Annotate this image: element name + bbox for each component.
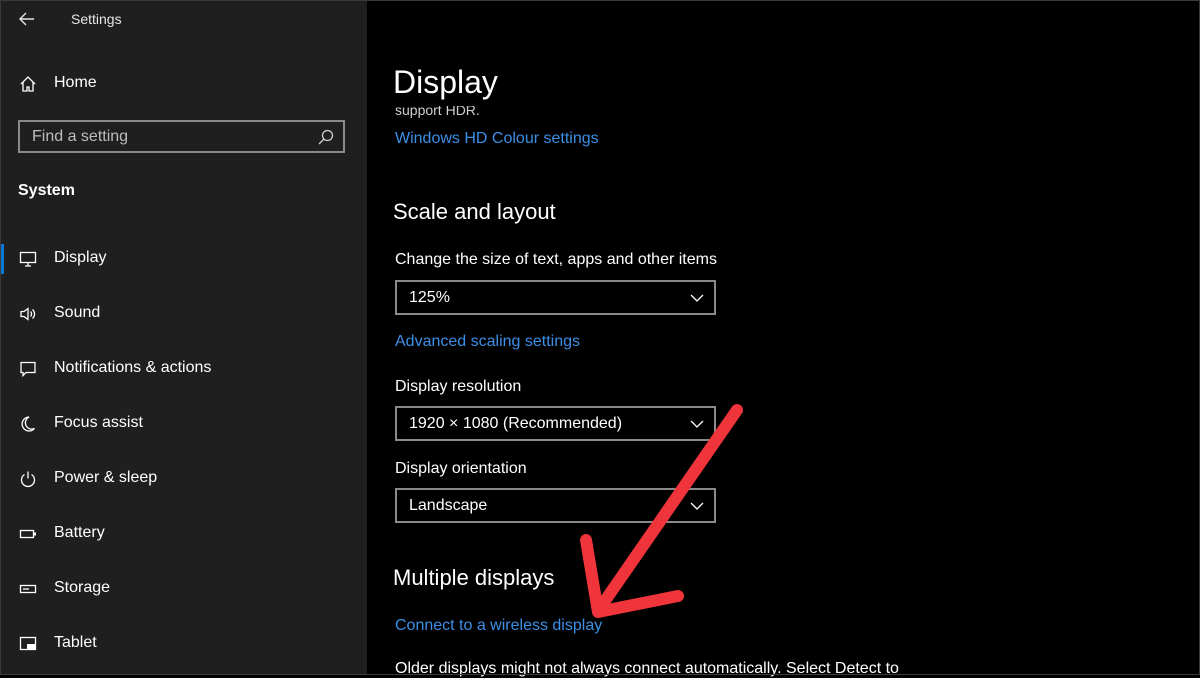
storage-icon bbox=[18, 579, 38, 599]
tablet-icon bbox=[18, 634, 38, 654]
chevron-down-icon bbox=[690, 420, 704, 428]
scale-dropdown[interactable]: 125% bbox=[395, 280, 716, 315]
battery-icon bbox=[18, 524, 38, 544]
resolution-value: 1920 × 1080 (Recommended) bbox=[409, 414, 623, 432]
page-title: Display bbox=[393, 64, 498, 100]
window-title: Settings bbox=[71, 11, 122, 27]
sidebar-item-label: Notifications & actions bbox=[54, 359, 212, 376]
sidebar-item-battery[interactable]: Battery bbox=[0, 507, 367, 562]
monitor-icon bbox=[18, 249, 38, 269]
sidebar-item-label: Display bbox=[54, 249, 107, 266]
scale-value: 125% bbox=[409, 288, 450, 306]
sidebar-item-home[interactable]: Home bbox=[0, 64, 367, 104]
sidebar-item-label: Focus assist bbox=[54, 414, 143, 431]
size-label: Change the size of text, apps and other … bbox=[395, 251, 717, 268]
resolution-dropdown[interactable]: 1920 × 1080 (Recommended) bbox=[395, 406, 716, 441]
speaker-icon bbox=[18, 304, 38, 324]
hdr-description-text: support HDR. bbox=[395, 102, 480, 118]
orientation-value: Landscape bbox=[409, 496, 488, 514]
chevron-down-icon bbox=[690, 294, 704, 302]
sidebar-item-label: Battery bbox=[54, 524, 105, 541]
chevron-down-icon bbox=[690, 502, 704, 510]
multiple-displays-heading: Multiple displays bbox=[393, 565, 555, 590]
orientation-label: Display orientation bbox=[395, 460, 527, 477]
sidebar-item-label: Sound bbox=[54, 304, 101, 321]
section-label-system: System bbox=[18, 182, 75, 199]
sidebar-item-label: Power & sleep bbox=[54, 469, 158, 486]
sidebar-item-label: Storage bbox=[54, 579, 111, 596]
windows-hd-colour-link[interactable]: Windows HD Colour settings bbox=[395, 130, 599, 148]
sidebar-item-focus-assist[interactable]: Focus assist bbox=[0, 397, 367, 452]
scale-layout-heading: Scale and layout bbox=[393, 199, 556, 224]
sidebar-item-notifications[interactable]: Notifications & actions bbox=[0, 342, 367, 397]
sidebar-item-tablet[interactable]: Tablet bbox=[0, 617, 367, 672]
search-icon[interactable] bbox=[317, 128, 335, 146]
home-icon bbox=[18, 74, 38, 94]
moon-icon bbox=[18, 414, 38, 434]
sidebar: Settings Home System Display Sound bbox=[0, 0, 367, 675]
main-content: Display support HDR. Windows HD Colour s… bbox=[367, 0, 1200, 677]
back-button[interactable] bbox=[12, 6, 42, 32]
older-displays-text: Older displays might not always connect … bbox=[395, 660, 899, 677]
sidebar-item-display[interactable]: Display bbox=[0, 232, 367, 287]
orientation-dropdown[interactable]: Landscape bbox=[395, 488, 716, 523]
power-icon bbox=[18, 469, 38, 489]
home-label: Home bbox=[54, 74, 97, 91]
sidebar-item-power-sleep[interactable]: Power & sleep bbox=[0, 452, 367, 507]
connect-wireless-display-link[interactable]: Connect to a wireless display bbox=[395, 617, 602, 635]
search-input[interactable] bbox=[20, 126, 314, 147]
sidebar-item-sound[interactable]: Sound bbox=[0, 287, 367, 342]
notification-icon bbox=[18, 359, 38, 379]
sidebar-item-storage[interactable]: Storage bbox=[0, 562, 367, 617]
resolution-label: Display resolution bbox=[395, 378, 522, 395]
advanced-scaling-link[interactable]: Advanced scaling settings bbox=[395, 333, 580, 351]
nav-list: Display Sound Notifications & actions Fo… bbox=[0, 232, 367, 672]
title-bar: Settings bbox=[0, 0, 367, 40]
sidebar-item-label: Tablet bbox=[54, 634, 97, 651]
back-arrow-icon bbox=[19, 12, 34, 26]
search-box[interactable] bbox=[18, 120, 345, 153]
